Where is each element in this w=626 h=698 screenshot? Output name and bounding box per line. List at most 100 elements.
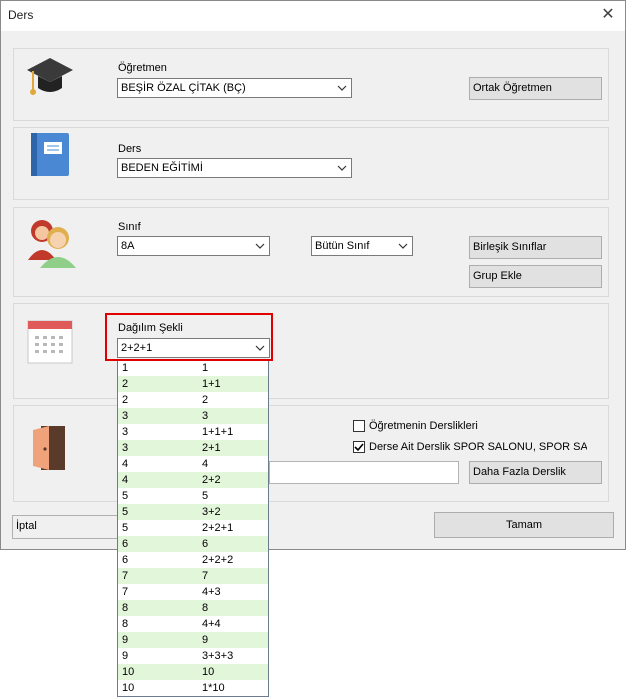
list-item[interactable]: 9 3+3+3 xyxy=(118,648,268,664)
chevron-down-icon xyxy=(255,345,265,351)
list-item[interactable]: 88 xyxy=(118,600,268,616)
lesson-label: Ders xyxy=(118,143,142,155)
option-hours: 5 xyxy=(122,506,129,518)
option-hours: 2 xyxy=(122,394,129,406)
list-item[interactable]: 33 xyxy=(118,408,268,424)
option-pattern: 3 xyxy=(202,410,209,422)
list-item[interactable]: 22 xyxy=(118,392,268,408)
option-pattern: 2 xyxy=(202,394,209,406)
list-item[interactable]: 5 3+2 xyxy=(118,504,268,520)
option-hours: 7 xyxy=(122,586,129,598)
list-item[interactable]: 2 1+1 xyxy=(118,376,268,392)
option-pattern: 3+2 xyxy=(202,506,221,518)
class-scope-value: Bütün Sınıf xyxy=(315,240,370,252)
option-pattern: 4+3 xyxy=(202,586,221,598)
option-pattern: 1+1 xyxy=(202,378,221,390)
option-hours: 10 xyxy=(122,682,135,694)
teacher-rooms-checkbox[interactable] xyxy=(353,420,365,432)
teacher-combo[interactable]: BEŞİR ÖZAL ÇİTAK (BÇ) xyxy=(117,78,352,98)
option-pattern: 10 xyxy=(202,666,215,678)
list-item[interactable]: 55 xyxy=(118,488,268,504)
option-pattern: 2+1 xyxy=(202,442,221,454)
list-item[interactable]: 5 2+2+1 xyxy=(118,520,268,536)
list-item[interactable]: 6 2+2+2 xyxy=(118,552,268,568)
option-pattern: 6 xyxy=(202,538,209,550)
option-hours: 1 xyxy=(122,362,129,374)
classroom-panel xyxy=(13,405,609,502)
lesson-combo[interactable]: BEDEN EĞİTİMİ xyxy=(117,158,352,178)
option-hours: 8 xyxy=(122,618,129,630)
distribution-dropdown-list[interactable]: 1 1 2 1+1 2 2 3 3 3 1+1+1 3 2+1 4 4 4 2+2 5 5 5 3+2 5 2+2+1 6 6… xyxy=(117,359,269,697)
list-item[interactable]: 3 2+1 xyxy=(118,440,268,456)
chevron-down-icon xyxy=(398,243,408,249)
list-item[interactable]: 3 1+1+1 xyxy=(118,424,268,440)
option-hours: 4 xyxy=(122,458,129,470)
option-pattern: 1 xyxy=(202,362,209,374)
option-pattern: 9 xyxy=(202,634,209,646)
option-hours: 8 xyxy=(122,602,129,614)
option-hours: 5 xyxy=(122,522,129,534)
option-hours: 7 xyxy=(122,570,129,582)
students-icon xyxy=(28,220,76,268)
cancel-button[interactable]: İptal xyxy=(12,515,118,539)
option-pattern: 4+4 xyxy=(202,618,221,630)
option-hours: 6 xyxy=(122,538,129,550)
option-hours: 10 xyxy=(122,666,135,678)
book-icon xyxy=(31,133,69,176)
option-hours: 2 xyxy=(122,378,129,390)
option-hours: 9 xyxy=(122,634,129,646)
chevron-down-icon xyxy=(337,165,347,171)
option-hours: 4 xyxy=(122,474,129,486)
list-item[interactable]: 66 xyxy=(118,536,268,552)
list-item[interactable]: 10 1*10 xyxy=(118,680,268,696)
option-pattern: 7 xyxy=(202,570,209,582)
chevron-down-icon xyxy=(255,243,265,249)
option-pattern: 2+2+2 xyxy=(202,554,234,566)
distribution-label: Dağılım Şekli xyxy=(118,322,183,334)
teacher-value: BEŞİR ÖZAL ÇİTAK (BÇ) xyxy=(121,82,246,94)
add-group-button[interactable]: Grup Ekle xyxy=(469,265,602,288)
close-icon[interactable]: ✕ xyxy=(597,5,619,25)
classroom-field[interactable] xyxy=(269,461,459,484)
list-item[interactable]: 99 xyxy=(118,632,268,648)
option-hours: 9 xyxy=(122,650,129,662)
more-rooms-button[interactable]: Daha Fazla Derslik xyxy=(469,461,602,484)
list-item[interactable]: 10 10 xyxy=(118,664,268,680)
option-hours: 3 xyxy=(122,410,129,422)
option-pattern: 2+2 xyxy=(202,474,221,486)
distribution-combo[interactable]: 2+2+1 xyxy=(117,338,270,358)
lesson-rooms-checkbox[interactable] xyxy=(353,441,365,453)
option-pattern: 5 xyxy=(202,490,209,502)
lesson-rooms-label: Derse Ait Derslik SPOR SALONU, SPOR SALO… xyxy=(369,441,587,453)
chevron-down-icon xyxy=(337,85,347,91)
list-item[interactable]: 11 xyxy=(118,360,268,376)
door-icon xyxy=(33,426,65,470)
class-combo[interactable]: 8A xyxy=(117,236,270,256)
lesson-value: BEDEN EĞİTİMİ xyxy=(121,162,203,174)
list-item[interactable]: 77 xyxy=(118,568,268,584)
option-hours: 5 xyxy=(122,490,129,502)
graduation-cap-icon xyxy=(27,58,73,95)
calendar-icon xyxy=(27,320,73,364)
option-hours: 3 xyxy=(122,426,129,438)
teacher-label: Öğretmen xyxy=(118,62,167,74)
class-label: Sınıf xyxy=(118,221,141,233)
list-item[interactable]: 8 4+4 xyxy=(118,616,268,632)
class-value: 8A xyxy=(121,240,135,252)
dialog-window: Ders ✕ Öğretmen BEŞİR ÖZAL ÇİTAK (BÇ) Or… xyxy=(0,0,626,550)
class-scope-combo[interactable]: Bütün Sınıf xyxy=(311,236,413,256)
option-pattern: 1*10 xyxy=(202,682,225,694)
list-item[interactable]: 44 xyxy=(118,456,268,472)
check-icon xyxy=(354,443,364,452)
option-pattern: 8 xyxy=(202,602,209,614)
co-teacher-button[interactable]: Ortak Öğretmen xyxy=(469,77,602,100)
ok-button[interactable]: Tamam xyxy=(434,512,614,538)
merged-classes-button[interactable]: Birleşik Sınıflar xyxy=(469,236,602,259)
option-pattern: 3+3+3 xyxy=(202,650,234,662)
option-pattern: 2+2+1 xyxy=(202,522,234,534)
list-item[interactable]: 7 4+3 xyxy=(118,584,268,600)
option-pattern: 1+1+1 xyxy=(202,426,234,438)
distribution-panel xyxy=(13,303,609,399)
option-hours: 3 xyxy=(122,442,129,454)
list-item[interactable]: 4 2+2 xyxy=(118,472,268,488)
